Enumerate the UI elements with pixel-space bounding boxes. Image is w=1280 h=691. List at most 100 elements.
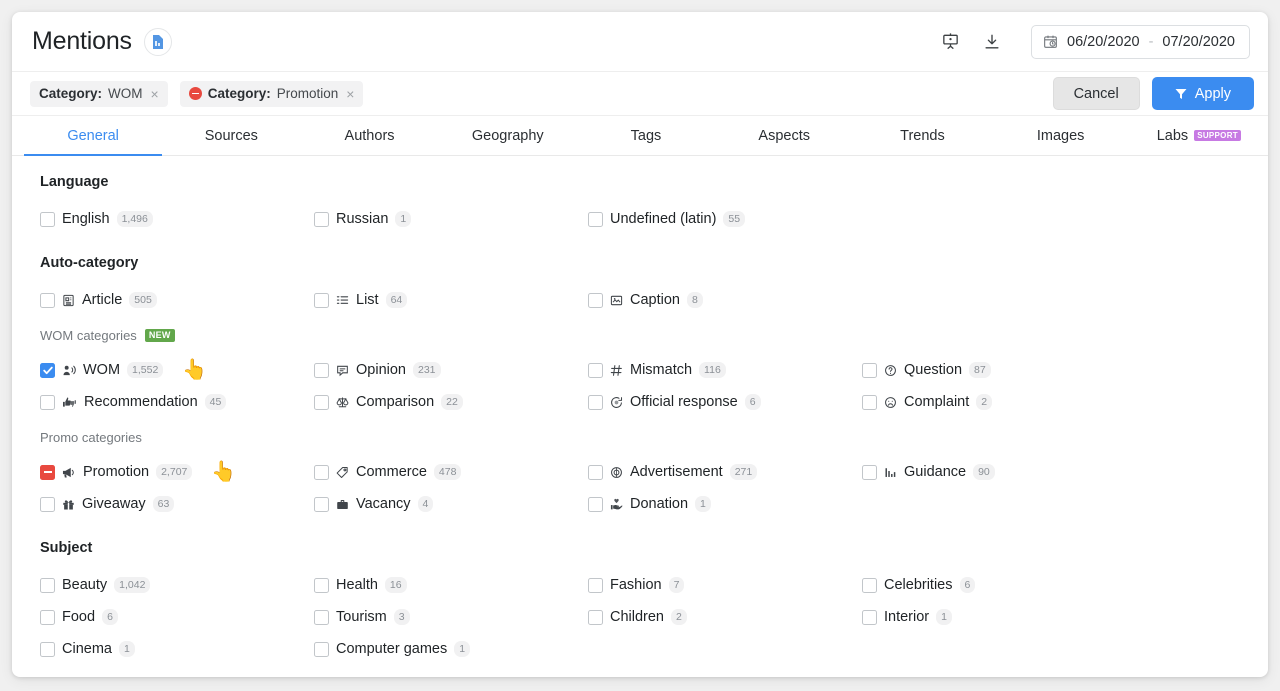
option-count: 8	[686, 292, 703, 308]
close-icon[interactable]: ×	[151, 86, 159, 102]
checkbox[interactable]	[862, 577, 877, 593]
close-icon[interactable]: ×	[346, 86, 354, 102]
option-beauty[interactable]: Beauty 1,042	[40, 577, 151, 593]
checkbox[interactable]	[588, 394, 603, 410]
option-official-response[interactable]: Official response 6	[588, 394, 761, 410]
option-label: Question	[904, 362, 963, 378]
checkbox[interactable]	[40, 464, 55, 480]
option-article[interactable]: Article 505	[40, 292, 157, 308]
checkbox[interactable]	[588, 292, 603, 308]
option-count: 231	[412, 362, 441, 378]
option-english[interactable]: English 1,496	[40, 211, 153, 227]
tab-trends[interactable]: Trends	[853, 116, 991, 155]
document-icon[interactable]	[143, 27, 172, 56]
tab-sources[interactable]: Sources	[162, 116, 300, 155]
option-complaint[interactable]: Complaint 2	[862, 394, 993, 410]
tab-geography[interactable]: Geography	[439, 116, 577, 155]
checkbox[interactable]	[40, 609, 55, 625]
checkbox[interactable]	[314, 362, 329, 378]
checkbox[interactable]	[588, 609, 603, 625]
option-advertisement[interactable]: Advertisement 271	[588, 464, 758, 480]
promo-categories-options: Promotion 2,707 👆 Commerce 478 Advertise…	[40, 456, 1244, 520]
checkbox[interactable]	[588, 496, 603, 512]
checkbox[interactable]	[314, 641, 329, 657]
presentation-icon[interactable]	[935, 27, 965, 57]
tab-aspects[interactable]: Aspects	[715, 116, 853, 155]
option-commerce[interactable]: Commerce 478	[314, 464, 462, 480]
option-cell: Interior 1	[862, 601, 1136, 633]
date-range-picker[interactable]: 06/20/2020 - 07/20/2020	[1031, 24, 1250, 59]
checkbox[interactable]	[588, 362, 603, 378]
option-fashion[interactable]: Fashion 7	[588, 577, 685, 593]
download-icon[interactable]	[977, 27, 1007, 57]
checkbox[interactable]	[40, 496, 55, 512]
tab-authors[interactable]: Authors	[300, 116, 438, 155]
tab-general[interactable]: General	[24, 116, 163, 156]
option-children[interactable]: Children 2	[588, 609, 687, 625]
checkbox[interactable]	[40, 641, 55, 657]
subject-options: Beauty 1,042 Health 16 Fashion 7 Celebri…	[40, 569, 1244, 665]
checkbox[interactable]	[862, 362, 877, 378]
checkbox[interactable]	[40, 394, 55, 410]
checkbox[interactable]	[588, 464, 603, 480]
tab-tags[interactable]: Tags	[577, 116, 715, 155]
checkbox[interactable]	[40, 362, 55, 378]
checkbox[interactable]	[862, 464, 877, 480]
checkbox[interactable]	[314, 394, 329, 410]
checkbox[interactable]	[314, 211, 329, 227]
option-cell: English 1,496	[40, 203, 314, 235]
option-recommendation[interactable]: Recommendation 45	[40, 394, 227, 410]
option-health[interactable]: Health 16	[314, 577, 407, 593]
checkbox[interactable]	[862, 609, 877, 625]
option-wom[interactable]: WOM 1,552 👆	[40, 360, 207, 380]
option-cinema[interactable]: Cinema 1	[40, 641, 135, 657]
checkbox[interactable]	[314, 292, 329, 308]
checkbox[interactable]	[314, 577, 329, 593]
subsection-label: WOM categories	[40, 328, 137, 343]
option-opinion[interactable]: Opinion 231	[314, 362, 441, 378]
option-cell: Computer games 1	[314, 633, 588, 665]
checkbox[interactable]	[588, 211, 603, 227]
option-list[interactable]: List 64	[314, 292, 408, 308]
option-giveaway[interactable]: Giveaway 63	[40, 496, 175, 512]
checkbox[interactable]	[314, 464, 329, 480]
list-icon	[336, 294, 349, 307]
apply-button[interactable]: Apply	[1151, 77, 1254, 110]
checkbox[interactable]	[40, 211, 55, 227]
option-celebrities[interactable]: Celebrities 6	[862, 577, 976, 593]
option-caption[interactable]: Caption 8	[588, 292, 703, 308]
checkbox[interactable]	[40, 292, 55, 308]
checkbox[interactable]	[314, 609, 329, 625]
checkbox[interactable]	[862, 394, 877, 410]
date-to: 07/20/2020	[1162, 33, 1235, 50]
option-donation[interactable]: Donation 1	[588, 496, 711, 512]
option-cell: Official response 6	[588, 386, 862, 418]
option-count: 16	[384, 577, 407, 593]
new-badge: NEW	[144, 329, 175, 342]
sad-face-icon	[884, 396, 897, 409]
tab-label: Geography	[471, 127, 544, 144]
option-undefined-latin[interactable]: Undefined (latin) 55	[588, 211, 746, 227]
cancel-button[interactable]: Cancel	[1052, 77, 1140, 110]
option-vacancy[interactable]: Vacancy 4	[314, 496, 434, 512]
tab-images[interactable]: Images	[992, 116, 1130, 155]
option-computer-games[interactable]: Computer games 1	[314, 641, 471, 657]
option-comparison[interactable]: Comparison 22	[314, 394, 463, 410]
option-mismatch[interactable]: Mismatch 116	[588, 362, 726, 378]
option-interior[interactable]: Interior 1	[862, 609, 952, 625]
checkbox[interactable]	[40, 577, 55, 593]
option-promotion[interactable]: Promotion 2,707 👆	[40, 462, 236, 482]
option-russian[interactable]: Russian 1	[314, 211, 412, 227]
option-count: 55	[723, 211, 746, 227]
filter-chip-wom[interactable]: Category: WOM ×	[30, 80, 168, 107]
option-cell: Cinema 1	[40, 633, 314, 665]
mentions-filter-card: Mentions 06/20/2020 - 07/20/2020 Categor…	[12, 12, 1268, 677]
tab-labs[interactable]: Labs SUPPORT	[1130, 116, 1268, 155]
option-food[interactable]: Food 6	[40, 609, 118, 625]
option-guidance[interactable]: Guidance 90	[862, 464, 995, 480]
checkbox[interactable]	[314, 496, 329, 512]
checkbox[interactable]	[588, 577, 603, 593]
filter-chip-promotion[interactable]: Category: Promotion ×	[179, 80, 364, 107]
option-question[interactable]: Question 87	[862, 362, 991, 378]
option-tourism[interactable]: Tourism 3	[314, 609, 410, 625]
